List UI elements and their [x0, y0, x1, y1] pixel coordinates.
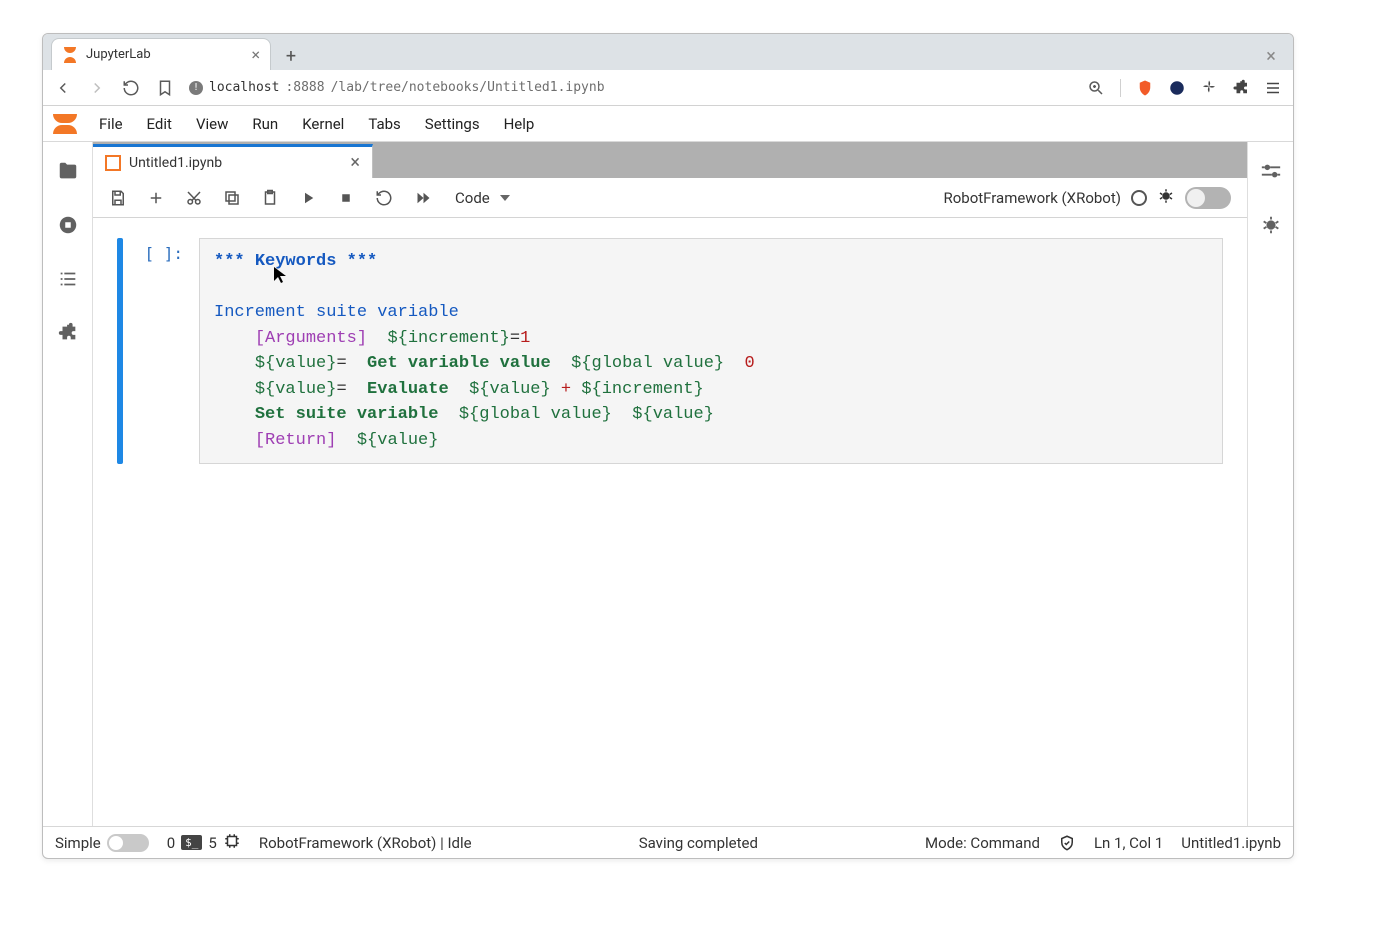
extension-icon-1[interactable] [1167, 78, 1187, 98]
left-sidebar [43, 142, 93, 826]
status-count-right: 5 [208, 834, 216, 852]
simple-mode-toggle[interactable]: Simple [55, 834, 149, 852]
site-info-icon[interactable]: ! [189, 81, 203, 95]
add-cell-button[interactable] [139, 181, 173, 215]
right-sidebar [1247, 142, 1293, 826]
code-editor[interactable]: *** Keywords *** Increment suite variabl… [199, 238, 1223, 464]
bookmark-icon[interactable] [155, 78, 175, 98]
cell-type-select[interactable]: Code [443, 185, 516, 211]
zoom-icon[interactable] [1086, 78, 1106, 98]
status-mode: Mode: Command [925, 834, 1040, 852]
cell-prompt: [ ]: [135, 238, 187, 464]
menu-tabs[interactable]: Tabs [356, 109, 412, 139]
url-path: /lab/tree/notebooks/Untitled1.ipynb [331, 80, 605, 95]
cell-type-label: Code [449, 185, 516, 211]
browser-tab-title: JupyterLab [86, 47, 243, 62]
close-doc-tab-icon[interactable]: × [350, 152, 360, 173]
url-port: :8888 [285, 80, 324, 95]
notebook-icon [105, 155, 121, 171]
status-count-left: 0 [167, 834, 175, 852]
extension-icon-2[interactable] [1199, 78, 1219, 98]
doc-tabs: Untitled1.ipynb × [93, 142, 1247, 178]
new-tab-button[interactable]: + [277, 42, 305, 70]
menu-kernel[interactable]: Kernel [290, 109, 356, 139]
doc-tab-title: Untitled1.ipynb [129, 155, 342, 171]
window-close-icon[interactable]: × [1257, 42, 1285, 70]
browser-tab[interactable]: JupyterLab × [51, 38, 271, 70]
property-inspector-icon[interactable] [1258, 158, 1284, 184]
menu-settings[interactable]: Settings [413, 109, 492, 139]
restart-button[interactable] [367, 181, 401, 215]
url-bar: ! localhost :8888/lab/tree/notebooks/Unti… [43, 70, 1293, 106]
notebook-surface[interactable]: [ ]: *** Keywords *** Increment suite va… [93, 218, 1247, 826]
toc-icon[interactable] [55, 266, 81, 292]
terminal-icon: $_ [181, 835, 202, 850]
simple-label: Simple [55, 834, 101, 852]
jupyter-icon [62, 47, 78, 63]
main-area: Untitled1.ipynb × [93, 142, 1247, 826]
kernel-area: RobotFramework (XRobot) [943, 187, 1239, 209]
status-saving: Saving completed [639, 834, 758, 852]
menu-help[interactable]: Help [492, 109, 547, 139]
browser-window: JupyterLab × + × ! localhost :8888/lab/tr… [42, 33, 1294, 859]
url-field[interactable]: ! localhost :8888/lab/tree/notebooks/Unti… [189, 80, 1072, 95]
menu-view[interactable]: View [184, 109, 240, 139]
browser-tab-strip: JupyterLab × + × [43, 34, 1293, 70]
file-browser-icon[interactable] [55, 158, 81, 184]
status-ln-col[interactable]: Ln 1, Col 1 [1094, 834, 1163, 852]
url-host: localhost [209, 80, 279, 95]
kernel-count-icon [223, 832, 241, 854]
extension-icons [1135, 78, 1283, 98]
interrupt-button[interactable] [329, 181, 363, 215]
status-counters[interactable]: 0 $_ 5 [167, 832, 241, 854]
simple-toggle-icon[interactable] [107, 834, 149, 852]
menu-edit[interactable]: Edit [135, 109, 184, 139]
cut-button[interactable] [177, 181, 211, 215]
status-filename: Untitled1.ipynb [1181, 834, 1281, 852]
extensions-puzzle-icon[interactable] [1231, 78, 1251, 98]
menu-file[interactable]: File [87, 109, 135, 139]
debugger-panel-icon[interactable] [1258, 212, 1284, 238]
copy-button[interactable] [215, 181, 249, 215]
back-button[interactable] [53, 78, 73, 98]
forward-button[interactable] [87, 78, 107, 98]
jupyter-logo-icon[interactable] [51, 110, 79, 138]
extension-manager-icon[interactable] [55, 320, 81, 346]
status-kernel[interactable]: RobotFramework (XRobot) | Idle [259, 834, 472, 852]
run-button[interactable] [291, 181, 325, 215]
status-bar: Simple 0 $_ 5 RobotFramework (XRobot) | … [43, 826, 1293, 858]
notebook-toolbar: Code RobotFramework (XRobot) [93, 178, 1247, 218]
mouse-cursor-icon [271, 266, 289, 288]
menubar: File Edit View Run Kernel Tabs Settings … [43, 106, 1293, 142]
paste-button[interactable] [253, 181, 287, 215]
kernel-status-icon[interactable] [1131, 190, 1147, 206]
running-kernels-icon[interactable] [55, 212, 81, 238]
kernel-name[interactable]: RobotFramework (XRobot) [943, 189, 1121, 207]
browser-menu-icon[interactable] [1263, 78, 1283, 98]
debug-icon[interactable] [1157, 187, 1175, 209]
cell-run-indicator [117, 238, 123, 464]
doc-tab-notebook[interactable]: Untitled1.ipynb × [93, 144, 373, 178]
brave-shield-icon[interactable] [1135, 78, 1155, 98]
trust-icon[interactable] [1058, 834, 1076, 852]
save-button[interactable] [101, 181, 135, 215]
debugger-toggle[interactable] [1185, 187, 1231, 209]
menu-run[interactable]: Run [240, 109, 290, 139]
close-tab-icon[interactable]: × [251, 45, 260, 64]
reload-button[interactable] [121, 78, 141, 98]
run-all-button[interactable] [405, 181, 439, 215]
